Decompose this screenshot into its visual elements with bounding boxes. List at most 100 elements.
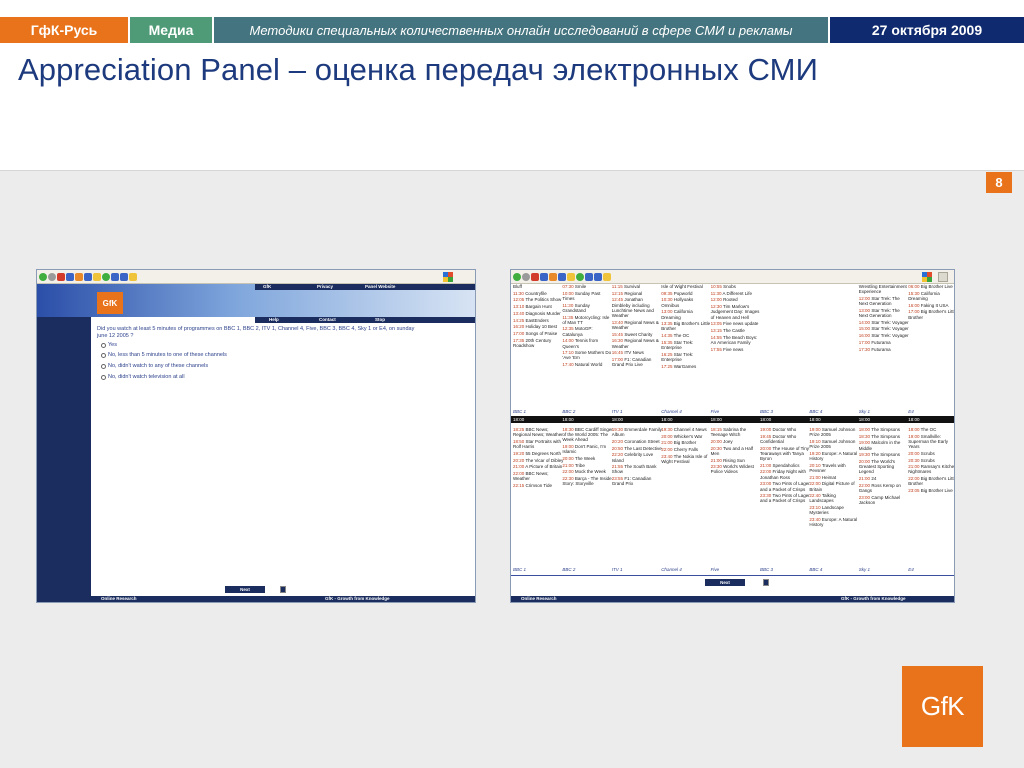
programme-item[interactable]: 12:00 Rooted bbox=[711, 297, 762, 302]
programme-item[interactable]: 12:35 MotoGP: Catalunya bbox=[562, 326, 613, 336]
programme-item[interactable]: 20:50 The Last Detective bbox=[612, 446, 663, 451]
programme-item[interactable]: 12:00 Star Trek: The Next Generation bbox=[859, 296, 910, 306]
mail-icon[interactable] bbox=[585, 272, 593, 281]
programme-item[interactable]: 20:00 Whicker's War bbox=[661, 434, 712, 439]
programme-item[interactable]: 16:20 Holiday 10 Best bbox=[513, 324, 564, 329]
stop-icon[interactable] bbox=[531, 272, 539, 281]
programme-item[interactable]: 21:00 Ramsay's Kitchen Nightmares bbox=[908, 464, 954, 474]
programme-item[interactable]: 09:35 Popworld bbox=[661, 291, 712, 296]
radio-button[interactable] bbox=[101, 363, 106, 369]
programme-item[interactable]: 17:55 Five news bbox=[711, 347, 762, 352]
programme-item[interactable]: 22:30 Barça - The Inside Story: Storyvil… bbox=[562, 476, 613, 486]
programme-item[interactable]: 23:10 Landscape Mysteries bbox=[809, 505, 860, 515]
programme-item[interactable]: 17:35 20th Century Roadshow bbox=[513, 338, 564, 348]
programme-item[interactable]: 22:20 Celebrity Love Island bbox=[612, 452, 663, 462]
programme-item[interactable]: 16:30 Regional News & Weather bbox=[612, 338, 663, 348]
programme-item[interactable]: 20:00 The House of Tiny Tearaways with T… bbox=[760, 446, 811, 462]
programme-item[interactable]: 21:00 24 bbox=[859, 476, 910, 481]
programme-item[interactable]: 18:00 The OC bbox=[908, 427, 954, 432]
back-icon[interactable] bbox=[513, 272, 521, 281]
refresh-icon[interactable] bbox=[66, 272, 74, 281]
programme-item[interactable]: 15:30 California Dreaming bbox=[908, 291, 954, 301]
programme-item[interactable]: 19:20 Europe: A Natural History bbox=[809, 451, 860, 461]
window-close-icon[interactable] bbox=[938, 272, 948, 282]
programme-item[interactable]: 15:45 Sweet Charity bbox=[612, 332, 663, 337]
programme-item[interactable]: 20:20 The Vicar of Dibley bbox=[513, 458, 564, 463]
programme-item[interactable]: 21:00 Tribe bbox=[562, 463, 613, 468]
programme-item[interactable]: 11:15 Survival bbox=[612, 284, 663, 289]
programme-item[interactable]: 18:00 The Simpsons bbox=[859, 427, 910, 432]
folder-icon[interactable] bbox=[603, 272, 611, 281]
programme-item[interactable]: 23:00 Two Pints of Lager and a Packet of… bbox=[760, 481, 811, 491]
forward-icon[interactable] bbox=[48, 272, 56, 281]
stop-icon[interactable] bbox=[57, 272, 65, 281]
programme-item[interactable]: 16:25 Star Trek: Enterprise bbox=[661, 352, 712, 362]
nav-privacy-link[interactable]: Privacy bbox=[317, 284, 333, 290]
programme-item[interactable]: 20:10 Travels with Pevsner bbox=[809, 463, 860, 473]
option-no-tv[interactable]: No, didn't watch television at all bbox=[101, 374, 185, 380]
programme-item[interactable]: 21:00 A Picture of Britain bbox=[513, 464, 564, 469]
refresh-icon[interactable] bbox=[540, 272, 548, 281]
programme-item[interactable]: 20:00 Scrubs bbox=[908, 451, 954, 456]
programme-item[interactable]: 18:30 BBC Cardiff Singer of the World 20… bbox=[562, 427, 613, 443]
favorites-icon[interactable] bbox=[567, 272, 575, 281]
programme-item[interactable]: 22:00 Big Brother's Little Brother bbox=[908, 476, 954, 486]
programme-item[interactable]: 14:25 EastEnders bbox=[513, 318, 564, 323]
history-icon[interactable] bbox=[576, 272, 584, 281]
programme-item[interactable]: 10:55 Snobs bbox=[711, 284, 762, 289]
home-icon[interactable] bbox=[549, 272, 557, 281]
programme-item[interactable]: 19:00 Doctor Who bbox=[760, 427, 811, 432]
programme-item[interactable]: 23:00 Camp Michael Jackson bbox=[859, 495, 910, 505]
print-icon[interactable] bbox=[594, 272, 602, 281]
search-icon[interactable] bbox=[84, 272, 92, 281]
option-less-than-5[interactable]: No, less than 5 minutes to one of these … bbox=[101, 352, 227, 358]
programme-item[interactable]: 13:00 California Dreaming bbox=[661, 309, 712, 319]
programme-item[interactable]: 12:05 The Politics Show bbox=[513, 297, 564, 302]
programme-item[interactable]: 22:00 Mock the Week bbox=[562, 469, 613, 474]
programme-item[interactable]: Isle of Wight Festival bbox=[661, 284, 712, 289]
programme-item[interactable]: 23:30 World's Wildest Police Videos bbox=[711, 464, 762, 474]
programme-item[interactable]: 11:30 Countryfile bbox=[513, 291, 564, 296]
programme-item[interactable]: 16:45 ITV News bbox=[612, 350, 663, 355]
programme-item[interactable]: 23:40 The Nokia Isle of Wight Festival bbox=[661, 454, 712, 464]
programme-item[interactable]: 20:00 The World's Greatest Sporting Lege… bbox=[859, 459, 910, 475]
programme-item[interactable]: 17:10 Some Mothers Do 'Ave 'Em bbox=[562, 350, 613, 360]
next-button[interactable]: Next bbox=[705, 579, 745, 586]
stop-button[interactable] bbox=[763, 579, 769, 586]
programme-item[interactable]: 13:05 Five news update bbox=[711, 321, 762, 326]
programme-item[interactable]: 19:30 The Simpsons bbox=[859, 452, 910, 457]
programme-item[interactable]: 22:00 Cherry Falls bbox=[661, 447, 712, 452]
programme-item[interactable]: 17:00 Songs of Praise bbox=[513, 331, 564, 336]
programme-item[interactable]: 19:30 Emmerdale Family Album bbox=[612, 427, 663, 437]
radio-button[interactable] bbox=[101, 374, 106, 380]
programme-item[interactable]: 19:10 Samuel Johnson Prize 2005 bbox=[809, 439, 860, 449]
programme-item[interactable]: 13:40 Diagnosis Murder bbox=[513, 311, 564, 316]
programme-item[interactable]: 17:00 F1: Canadian Grand Prix Live bbox=[612, 357, 663, 367]
programme-item[interactable]: 13:40 Regional News & Weather bbox=[612, 320, 663, 330]
programme-item[interactable]: 14:00 Star Trek: Voyager bbox=[859, 320, 910, 325]
programme-item[interactable]: 16:00 Star Trek: Voyager bbox=[859, 333, 910, 338]
programme-item[interactable]: 18:50 Star Portraits with Rolf Harris bbox=[513, 439, 564, 449]
programme-item[interactable]: 18:30 The Simpsons bbox=[859, 434, 910, 439]
programme-item[interactable]: 14:00 Tennis from Queen's bbox=[562, 338, 613, 348]
programme-item[interactable]: 11:30 A Different Life bbox=[711, 291, 762, 296]
programme-item[interactable]: 12:30 Tim Marlow's Judgement Day: Images… bbox=[711, 304, 762, 320]
programme-item[interactable]: 22:00 Friday Night with Jonathan Ross bbox=[760, 469, 811, 479]
programme-item[interactable]: 17:30 Futurama bbox=[859, 347, 910, 352]
programme-item[interactable]: 15:35 Star Trek: Enterprise bbox=[661, 340, 712, 350]
programme-item[interactable]: 22:15 Crimson Tide bbox=[513, 483, 564, 488]
programme-item[interactable]: 11:30 Sunday Grandstand bbox=[562, 303, 613, 313]
programme-item[interactable]: 19:00 Smallville: Superman the Early Yea… bbox=[908, 434, 954, 450]
programme-item[interactable]: 19:00 Don't Panic, I'm Islamic bbox=[562, 444, 613, 454]
programme-item[interactable]: 23:30 Two Pints of Lager and a Packet of… bbox=[760, 493, 811, 503]
programme-item[interactable]: 18:25 BBC News; Regional News; Weather bbox=[513, 427, 564, 437]
option-no-channels[interactable]: No, didn't watch to any of these channel… bbox=[101, 363, 208, 369]
programme-item[interactable]: 17:00 Big Brother's Little Brother bbox=[908, 309, 954, 319]
programme-item[interactable]: 14:55 The Beach Boys: An American Family bbox=[711, 335, 762, 345]
option-yes[interactable]: Yes bbox=[101, 342, 117, 348]
programme-item[interactable]: 23:05 Big Brother Live bbox=[908, 488, 954, 493]
back-icon[interactable] bbox=[39, 272, 47, 281]
programme-item[interactable]: 17:25 WarGames bbox=[661, 364, 712, 369]
programme-item[interactable]: 13:35 Big Brother's Little Brother bbox=[661, 321, 712, 331]
programme-item[interactable]: 16:00 Faking It USA bbox=[908, 303, 954, 308]
